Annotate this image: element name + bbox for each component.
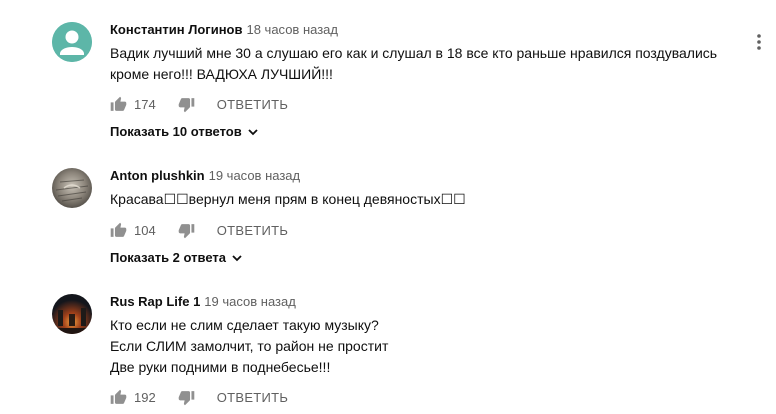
comment-line: кроме него!!! ВАДЮХА ЛУЧШИЙ!!! [110, 66, 333, 82]
avatar[interactable] [52, 22, 92, 62]
avatar[interactable] [52, 168, 92, 208]
comment: Anton plushkin 19 часов назад Красава☐☐ве… [52, 168, 772, 268]
chevron-down-icon [232, 254, 242, 261]
comment-line: Если СЛИМ замолчит, то район не простит [110, 338, 389, 354]
comment-header: Rus Rap Life 1 19 часов назад [110, 294, 760, 310]
show-replies-button[interactable]: Показать 2 ответа [110, 250, 243, 265]
comment-time[interactable]: 19 часов назад [209, 168, 301, 183]
chevron-down-icon [248, 128, 258, 135]
show-replies-label: Показать 10 ответов [110, 124, 242, 139]
avatar-photo-icon [52, 168, 92, 208]
comment-text: Вадик лучший мне 30 а слушаю его как и с… [110, 43, 750, 85]
reply-button[interactable]: ОТВЕТИТЬ [217, 223, 289, 238]
thumbs-down-icon[interactable] [178, 389, 195, 406]
avatar[interactable] [52, 294, 92, 334]
thumbs-up-icon[interactable] [110, 389, 127, 406]
like-count: 192 [134, 389, 156, 405]
author-name[interactable]: Константин Логинов [110, 22, 242, 37]
comment-header: Anton plushkin 19 часов назад [110, 168, 760, 184]
like-count: 174 [134, 96, 156, 112]
comment-actions: 104 ОТВЕТИТЬ [110, 220, 288, 240]
comment-text: Кто если не слим сделает такую музыку? Е… [110, 315, 750, 378]
comment-header: Константин Логинов 18 часов назад [110, 22, 760, 38]
comment-actions: 174 ОТВЕТИТЬ [110, 94, 288, 114]
comment-line: Две руки подними в поднебесье!!! [110, 359, 331, 375]
comment-time[interactable]: 18 часов назад [246, 22, 338, 37]
comment-line: Вадик лучший мне 30 а слушаю его как и с… [110, 45, 718, 61]
more-actions-icon[interactable] [756, 32, 762, 52]
thumbs-up-icon[interactable] [110, 222, 127, 239]
author-name[interactable]: Anton plushkin [110, 168, 205, 183]
show-replies-button[interactable]: Показать 10 ответов [110, 124, 259, 139]
author-name[interactable]: Rus Rap Life 1 [110, 294, 200, 309]
reply-button[interactable]: ОТВЕТИТЬ [217, 390, 289, 405]
comment-time[interactable]: 19 часов назад [204, 294, 296, 309]
default-user-icon [52, 22, 92, 62]
thumbs-down-icon[interactable] [178, 96, 195, 113]
comment-line: Кто если не слим сделает такую музыку? [110, 317, 379, 333]
reply-button[interactable]: ОТВЕТИТЬ [217, 97, 289, 112]
comment-actions: 192 ОТВЕТИТЬ [110, 387, 288, 407]
comment: Константин Логинов 18 часов назад Вадик л… [52, 22, 772, 152]
thumbs-down-icon[interactable] [178, 222, 195, 239]
show-replies-label: Показать 2 ответа [110, 250, 226, 265]
comment-text: Красава☐☐вернул меня прям в конец девяно… [110, 189, 750, 210]
comment-line: Красава☐☐вернул меня прям в конец девяно… [110, 191, 466, 207]
avatar-photo-icon [52, 294, 92, 334]
like-count: 104 [134, 222, 156, 238]
thumbs-up-icon[interactable] [110, 96, 127, 113]
comment: Rus Rap Life 1 19 часов назад Кто если не… [52, 294, 772, 410]
